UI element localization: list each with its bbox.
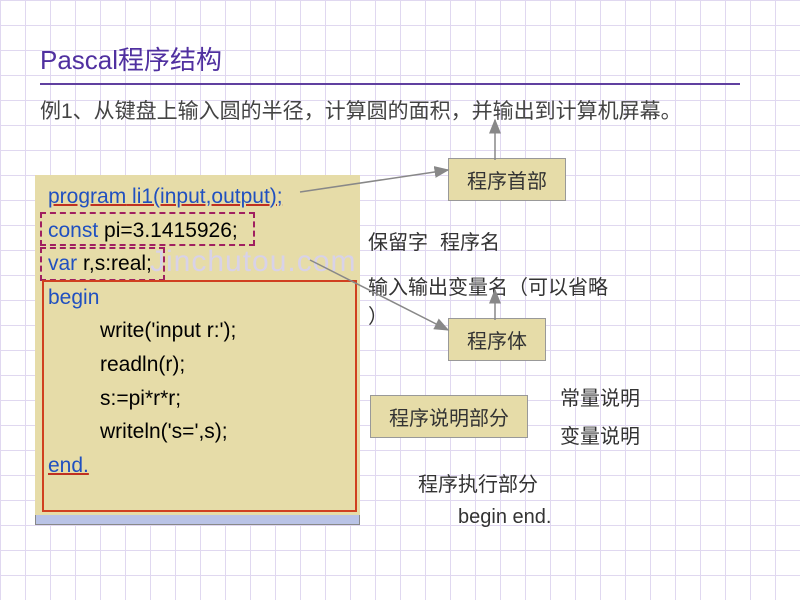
- label-program-header: 程序首部: [448, 158, 566, 201]
- label-exec-part: 程序执行部分: [418, 468, 538, 497]
- code-line-1: program li1(input,output);: [40, 180, 360, 214]
- dashed-const-box: [40, 212, 255, 246]
- example-text: 例1、从键盘上输入圆的半径，计算圆的面积，并输出到计算机屏幕。: [40, 96, 760, 128]
- label-var-desc: 变量说明: [560, 420, 640, 449]
- page-title: Pascal程序结构: [40, 28, 740, 83]
- label-desc-part: 程序说明部分: [370, 395, 528, 438]
- label-io-paren: ）: [368, 300, 388, 329]
- code-l1b: li1(input,output);: [126, 185, 282, 208]
- exec-outline-box: [42, 280, 357, 512]
- label-reserved-word: 保留字: [368, 226, 428, 255]
- label-program-name: 程序名: [440, 226, 500, 255]
- dashed-var-box: [40, 247, 165, 281]
- label-program-body: 程序体: [448, 318, 546, 361]
- label-const-desc: 常量说明: [560, 382, 640, 411]
- label-io-vars: 输入输出变量名（可以省略: [368, 271, 768, 300]
- label-begin-end: begin end.: [458, 506, 551, 529]
- title-bar: Pascal程序结构: [40, 28, 740, 85]
- kw-program: program: [48, 185, 126, 208]
